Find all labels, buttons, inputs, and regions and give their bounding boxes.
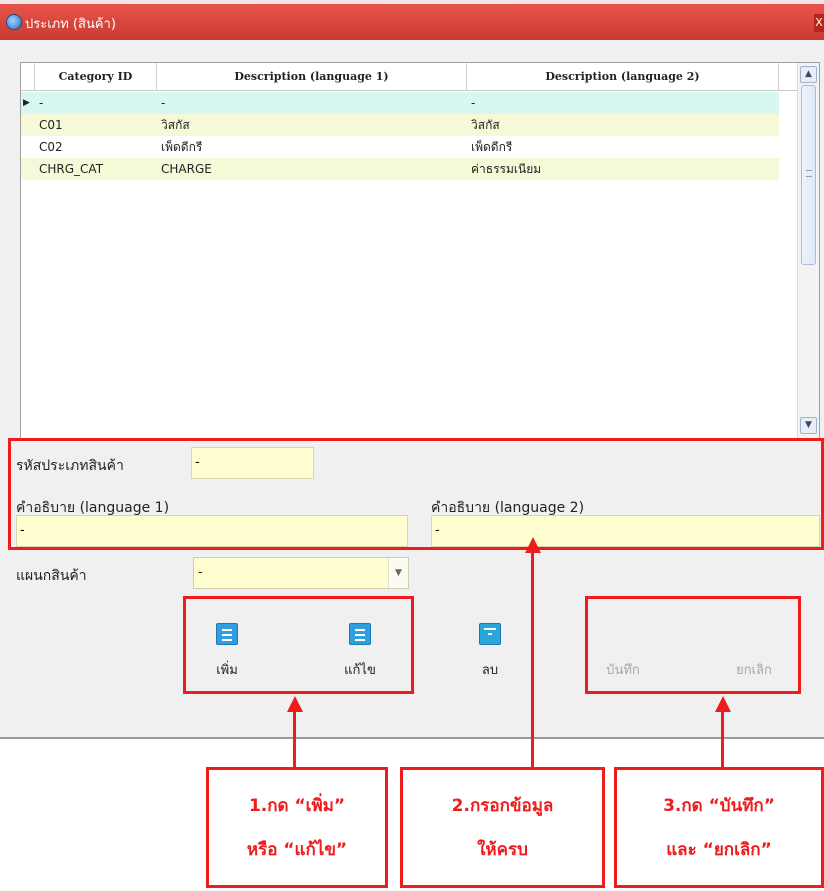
arrow-up-icon <box>525 537 541 553</box>
step-1-line-2: หรือ “แก้ไข” <box>246 839 348 860</box>
step-1-line-1: 1.กด “เพิ่ม” <box>248 795 346 816</box>
grid-header: Category ID Description (language 1) Des… <box>21 63 799 91</box>
app-icon <box>6 14 22 30</box>
row-selector <box>21 114 35 136</box>
column-header-description-2[interactable]: Description (language 2) <box>467 63 779 90</box>
category-grid: Category ID Description (language 1) Des… <box>20 62 820 440</box>
save-cancel-highlight-box <box>585 596 801 694</box>
step-1-note: 1.กด “เพิ่ม” หรือ “แก้ไข” <box>206 767 388 888</box>
scrollbar-thumb[interactable] <box>801 85 816 265</box>
form-highlight-box <box>8 438 824 550</box>
current-row-marker-icon: ▶ <box>23 98 30 108</box>
connector-line <box>293 710 296 768</box>
scroll-up-icon[interactable]: ▲ <box>800 66 817 83</box>
department-select[interactable]: - ▼ <box>193 557 409 589</box>
step-3-note: 3.กด “บันทึก” และ “ยกเลิก” <box>614 767 824 888</box>
cell-description-2[interactable]: - <box>467 92 779 114</box>
table-row[interactable]: ▶ - - - <box>21 92 779 114</box>
cell-description-1[interactable]: CHARGE <box>157 158 467 180</box>
window-title: ประเภท (สินค้า) <box>25 17 116 32</box>
step-3-line-1: 3.กด “บันทึก” <box>663 795 775 816</box>
step-2-line-2: ให้ครบ <box>477 839 528 860</box>
connector-line <box>721 710 724 768</box>
cell-category-id[interactable]: C01 <box>35 114 157 136</box>
grip-icon <box>806 170 812 177</box>
department-selected-value: - <box>198 565 203 580</box>
header-row-selector <box>21 63 35 90</box>
cell-description-2[interactable]: เพ็ดดีกรี <box>467 136 779 158</box>
step-2-line-1: 2.กรอกข้อมูล <box>451 795 554 816</box>
trash-icon <box>479 623 501 645</box>
cell-description-1[interactable]: วิสกัส <box>157 114 467 136</box>
step-2-note: 2.กรอกข้อมูล ให้ครบ <box>400 767 605 888</box>
column-header-category-id[interactable]: Category ID <box>35 63 157 90</box>
cell-description-1[interactable]: - <box>157 92 467 114</box>
row-selector <box>21 158 35 180</box>
delete-button[interactable]: ลบ <box>460 623 520 679</box>
table-row[interactable]: C01 วิสกัส วิสกัส <box>21 114 779 136</box>
row-selector <box>21 136 35 158</box>
add-edit-highlight-box <box>183 596 414 694</box>
table-row[interactable]: C02 เพ็ดดีกรี เพ็ดดีกรี <box>21 136 779 158</box>
cell-category-id[interactable]: C02 <box>35 136 157 158</box>
delete-button-label: ลบ <box>481 663 499 678</box>
cell-description-2[interactable]: ค่าธรรมเนียม <box>467 158 779 180</box>
step-3-line-2: และ “ยกเลิก” <box>666 839 772 860</box>
grid-vertical-scrollbar[interactable]: ▲ ▼ <box>797 63 819 439</box>
window-title-bar: ประเภท (สินค้า) X <box>0 0 824 40</box>
department-label: แผนกสินค้า <box>16 568 87 584</box>
scroll-down-icon[interactable]: ▼ <box>800 417 817 434</box>
cell-category-id[interactable]: - <box>35 92 157 114</box>
chevron-down-icon[interactable]: ▼ <box>388 558 408 588</box>
table-row[interactable]: CHRG_CAT CHARGE ค่าธรรมเนียม <box>21 158 779 180</box>
column-header-description-1[interactable]: Description (language 1) <box>157 63 467 90</box>
cell-description-1[interactable]: เพ็ดดีกรี <box>157 136 467 158</box>
cell-category-id[interactable]: CHRG_CAT <box>35 158 157 180</box>
cell-description-2[interactable]: วิสกัส <box>467 114 779 136</box>
close-window-button[interactable]: X <box>814 14 824 32</box>
connector-line <box>531 552 534 768</box>
